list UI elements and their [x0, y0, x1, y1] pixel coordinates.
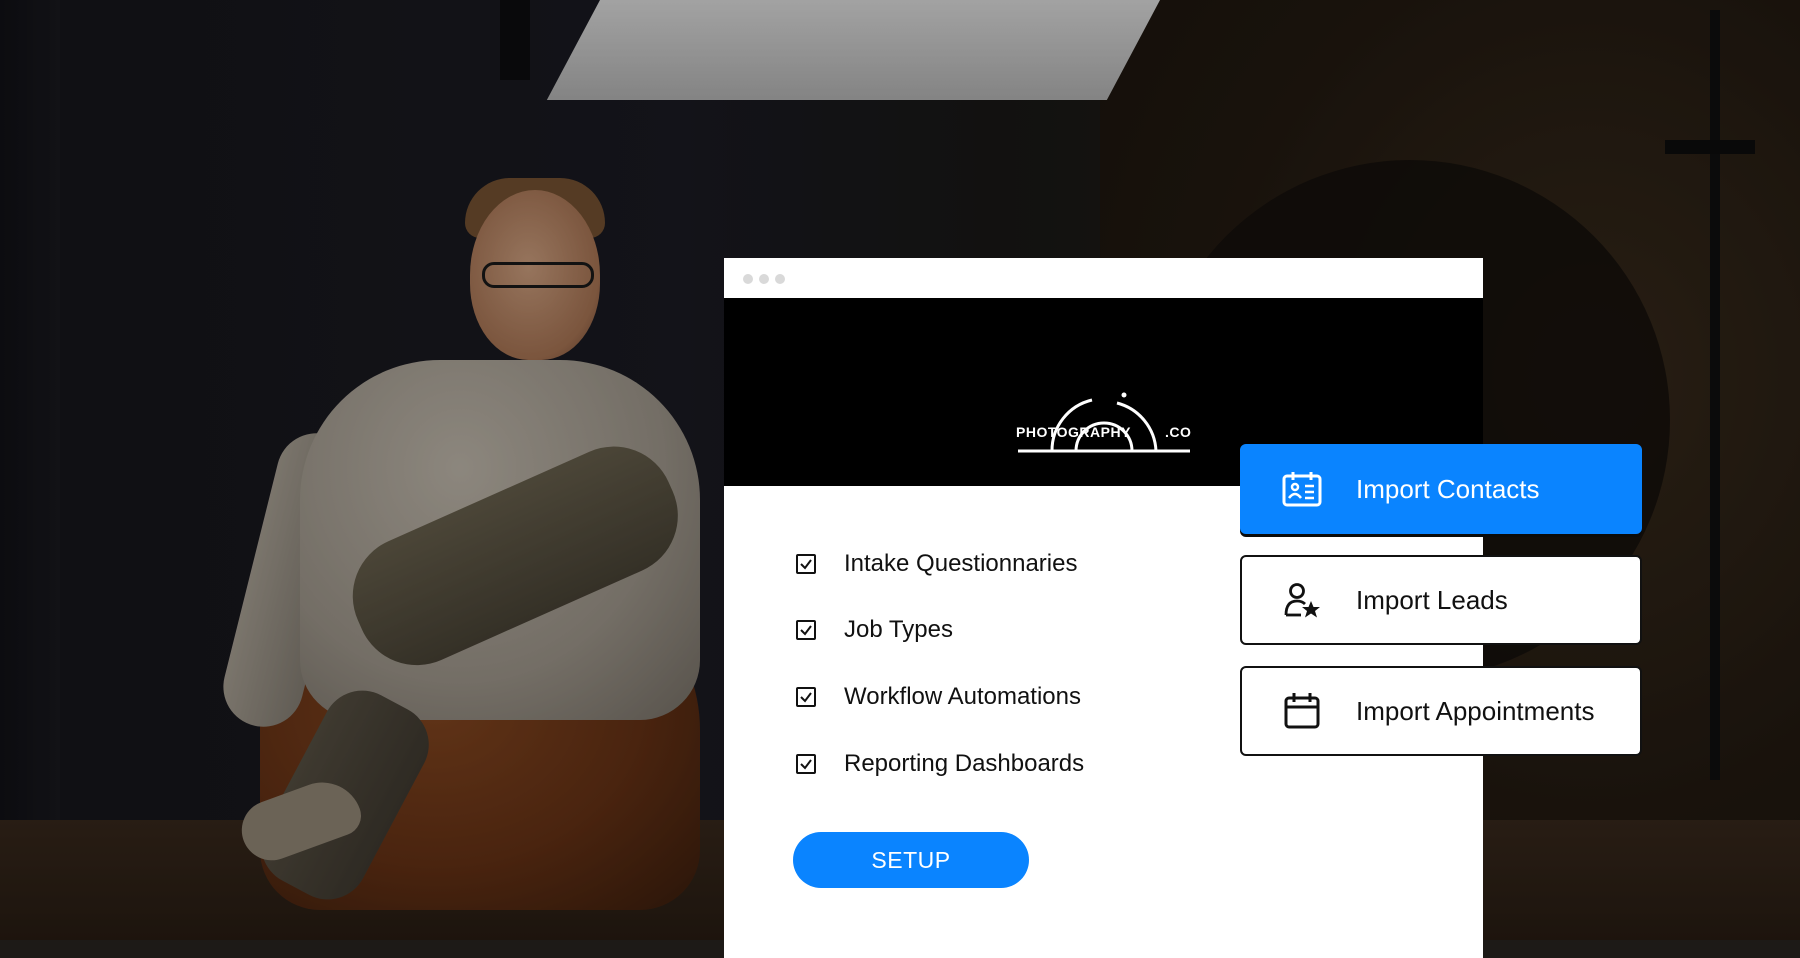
- user-star-icon: [1280, 578, 1324, 622]
- import-appointments-label: Import Appointments: [1356, 695, 1595, 726]
- brand-suffix: .CO: [1165, 424, 1192, 440]
- window-dot: [743, 274, 753, 284]
- checkbox-checked-icon[interactable]: [796, 687, 816, 707]
- checkbox-checked-icon[interactable]: [796, 620, 816, 640]
- checklist-item: Workflow Automations: [796, 677, 1081, 717]
- checklist-item: Reporting Dashboards: [796, 744, 1084, 784]
- window-dot: [759, 274, 769, 284]
- checkbox-checked-icon[interactable]: [796, 554, 816, 574]
- brand-name: PHOTOGRAPHY: [1016, 424, 1131, 440]
- setup-button[interactable]: SETUP: [793, 832, 1029, 888]
- checklist-label: Reporting Dashboards: [844, 750, 1085, 777]
- contact-card-icon: [1280, 467, 1324, 511]
- checklist-item: Intake Questionnaries: [796, 544, 1077, 584]
- checklist-label: Workflow Automations: [844, 683, 1081, 710]
- calendar-icon: [1280, 689, 1324, 733]
- checkbox-checked-icon[interactable]: [796, 754, 816, 774]
- checklist-label: Job Types: [844, 616, 953, 643]
- import-leads-label: Import Leads: [1356, 584, 1508, 615]
- import-leads-button[interactable]: Import Leads: [1240, 555, 1642, 645]
- import-appointments-button[interactable]: Import Appointments: [1240, 666, 1642, 756]
- window-dot: [775, 274, 785, 284]
- checklist-item: Job Types: [796, 610, 953, 650]
- import-contacts-button[interactable]: Import Contacts: [1240, 444, 1642, 534]
- camera-logo-icon: [1018, 392, 1190, 453]
- checklist-label: Intake Questionnaries: [844, 550, 1078, 577]
- window-titlebar: [724, 258, 1483, 298]
- import-contacts-label: Import Contacts: [1356, 473, 1540, 504]
